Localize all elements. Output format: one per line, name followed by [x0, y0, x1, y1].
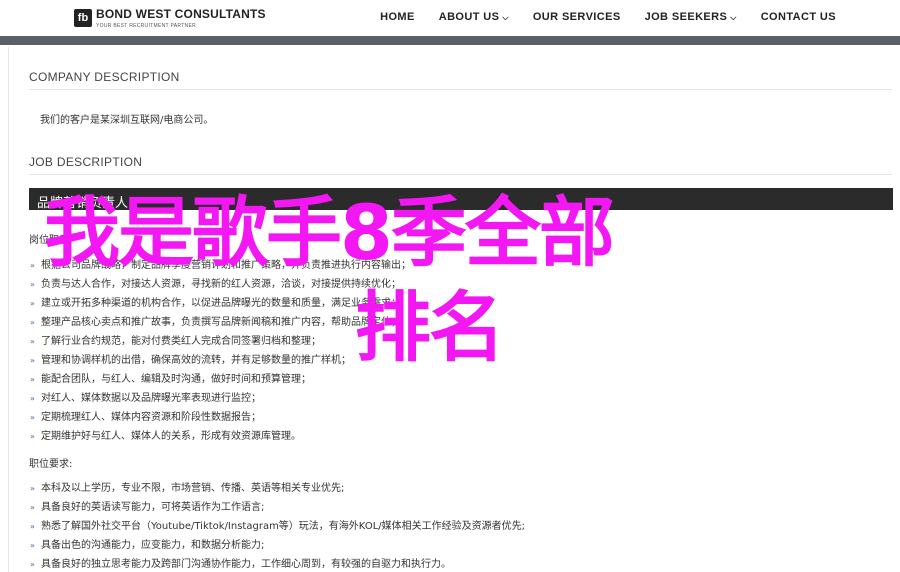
overlay-title-line-2: 排名 — [355, 283, 505, 372]
nav-contact-us[interactable]: CONTACT US — [749, 0, 900, 36]
bullet-icon: » — [30, 261, 35, 270]
requirement-item: » 具备良好的独立思考能力及跨部门沟通协作能力，工作细心周到，有较强的自驱力和执行… — [30, 559, 451, 570]
requirement-item: » 具备出色的沟通能力，应变能力，和数据分析能力; — [30, 540, 265, 551]
bullet-icon: » — [30, 394, 35, 403]
duty-item: » 定期维护好与红人、媒体人的关系，形成有效资源库管理。 — [30, 431, 301, 442]
logo-mark-icon: fb — [74, 9, 92, 27]
bullet-icon: » — [30, 503, 35, 512]
duty-item: » 建立或开拓多种渠道的机构合作，以促进品牌曝光的数量和质量，满足业务需求； — [30, 298, 401, 309]
duty-item: » 定期梳理红人、媒体内容资源和阶段性数据报告； — [30, 412, 261, 423]
bullet-icon: » — [30, 375, 35, 384]
nav-about-us[interactable]: ABOUT US ⌵ — [427, 0, 521, 36]
divider — [29, 89, 892, 90]
requirement-item: » 本科及以上学历，专业不限，市场营销、传播、英语等相关专业优先; — [30, 483, 345, 494]
overlay-title-line-1: 我是歌手8季全部 — [44, 188, 615, 277]
bullet-icon: » — [30, 318, 35, 327]
brand-tagline: YOUR BEST RECRUITMENT PARTNER — [96, 23, 197, 29]
brand-logo[interactable]: fb BOND WEST CONSULTANTS YOUR BEST RECRU… — [74, 7, 266, 29]
chevron-down-icon: ⌵ — [730, 13, 737, 22]
bullet-icon: » — [30, 522, 35, 531]
bullet-icon: » — [30, 432, 35, 441]
bullet-icon: » — [30, 541, 35, 550]
bullet-icon: » — [30, 299, 35, 308]
company-description-title: COMPANY DESCRIPTION — [29, 70, 180, 84]
requirement-item: » 具备良好的英语读写能力，可将英语作为工作语言; — [30, 502, 265, 513]
divider — [29, 174, 892, 175]
bullet-icon: » — [30, 413, 35, 422]
job-description-title: JOB DESCRIPTION — [29, 155, 143, 169]
top-navigation-bar: fb BOND WEST CONSULTANTS YOUR BEST RECRU… — [0, 0, 900, 38]
duty-item: » 了解行业合约规范，能对付费类红人完成合同签署归档和整理； — [30, 336, 321, 347]
requirement-item: » 熟悉了解国外社交平台（Youtube/Tiktok/Instagram等）玩法… — [30, 521, 525, 532]
bullet-icon: » — [30, 280, 35, 289]
duty-item: » 整理产品核心卖点和推广故事，负责撰写品牌新闻稿和推广内容，帮助品牌定位； — [30, 317, 401, 328]
duty-item: » 对红人、媒体数据以及品牌曝光率表现进行监控； — [30, 393, 261, 404]
company-description-text: 我们的客户是某深圳互联网/电商公司。 — [40, 115, 214, 126]
brand-name: BOND WEST CONSULTANTS — [96, 7, 266, 21]
bullet-icon: » — [30, 560, 35, 569]
bullet-icon: » — [30, 484, 35, 493]
bullet-icon: » — [30, 337, 35, 346]
requirements-heading: 职位要求: — [29, 459, 73, 470]
duty-item: » 负责与达人合作，对接达人资源，寻找新的红人资源，洽谈，对接提供持续优化； — [30, 279, 401, 290]
bullet-icon: » — [30, 356, 35, 365]
nav-home[interactable]: HOME — [368, 0, 427, 36]
nav-our-services[interactable]: OUR SERVICES — [521, 0, 633, 36]
duty-item: » 能配合团队，与红人、编辑及时沟通，做好时间和预算管理； — [30, 374, 311, 385]
nav-job-seekers[interactable]: JOB SEEKERS ⌵ — [633, 0, 749, 36]
duty-item: » 管理和协调样机的出借，确保高效的流转，并有足够数量的推广样机； — [30, 355, 351, 366]
chevron-down-icon: ⌵ — [502, 13, 509, 22]
main-menu: HOME ABOUT US ⌵ OUR SERVICES JOB SEEKERS ⌵… — [368, 0, 900, 36]
breadcrumb-strip — [0, 36, 900, 45]
